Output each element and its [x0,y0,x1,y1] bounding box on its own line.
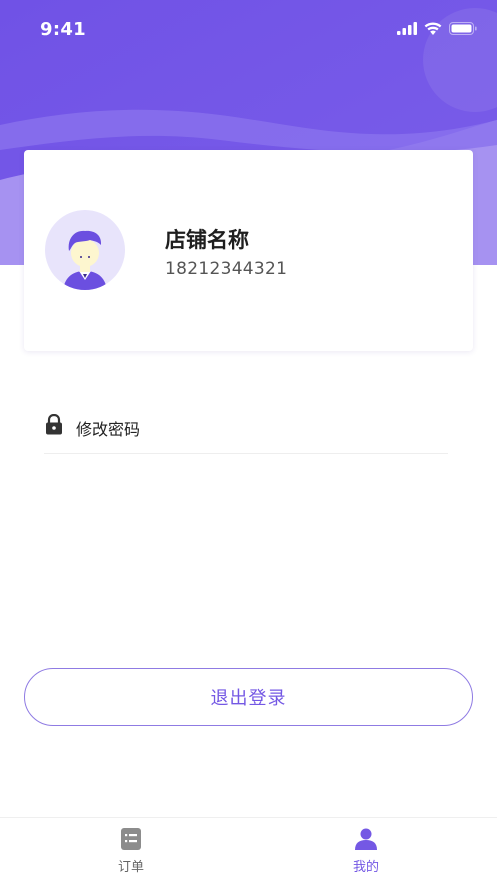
logout-button[interactable]: 退出登录 [24,668,473,726]
tab-orders-label: 订单 [117,860,144,875]
status-bar: 9:41 [0,0,497,60]
lock-icon [46,414,62,435]
menu-item-change-password[interactable]: 修改密码 [44,396,448,454]
orders-icon [121,828,141,850]
tab-mine[interactable]: 我的 [336,818,396,883]
profile-card[interactable]: 店铺名称 18212344321 [24,150,473,351]
wifi-icon [424,22,442,35]
status-time: 9:41 [40,19,86,40]
profile-icon [355,828,377,850]
user-avatar-icon [45,210,125,290]
shop-name: 店铺名称 [165,228,249,252]
menu-item-label: 修改密码 [76,420,141,439]
tab-mine-label: 我的 [352,860,379,875]
status-icons [397,22,477,35]
battery-icon [449,22,477,35]
signal-icon [397,22,417,35]
tab-bar: 订单 我的 [0,817,497,883]
shop-phone: 18212344321 [165,259,288,279]
tab-orders[interactable]: 订单 [101,818,161,883]
